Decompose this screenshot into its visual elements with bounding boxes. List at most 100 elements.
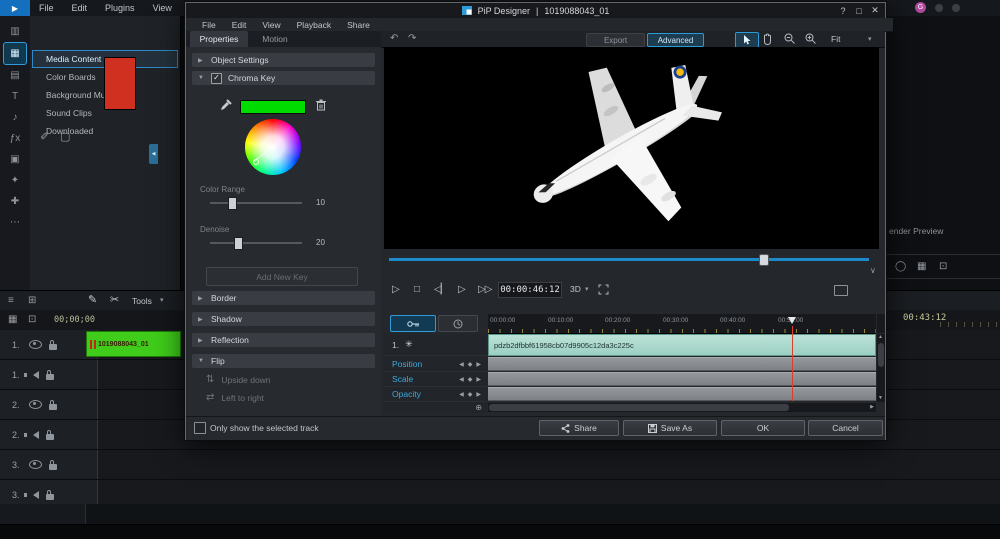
title-room-icon[interactable]: T: [4, 86, 26, 107]
library-room-icon[interactable]: ▦: [3, 42, 27, 65]
add-keyframe-icon[interactable]: ◆: [468, 361, 473, 368]
section-reflection[interactable]: ▶ Reflection: [192, 333, 375, 347]
chroma-color-swatch[interactable]: [240, 100, 306, 114]
add-keyframe-icon[interactable]: ◆: [468, 391, 473, 398]
add-room-icon[interactable]: ✚: [4, 191, 26, 212]
color-range-handle[interactable]: [228, 197, 237, 210]
opacity-keyframe-track[interactable]: [488, 387, 876, 401]
lock-icon[interactable]: [46, 434, 54, 440]
lock-icon[interactable]: [46, 374, 54, 380]
lock-icon[interactable]: [49, 344, 57, 350]
export-button[interactable]: Export: [586, 33, 645, 47]
section-flip[interactable]: ▼ Flip: [192, 354, 375, 368]
timeline-clip[interactable]: 1019088043_01: [86, 331, 181, 357]
particle-room-icon[interactable]: ✦: [4, 170, 26, 191]
seekbar-handle[interactable]: [759, 254, 769, 266]
fullscreen-icon[interactable]: [598, 284, 609, 295]
denoise-handle[interactable]: [234, 237, 243, 250]
color-wheel[interactable]: [245, 119, 301, 175]
keyframe-ruler[interactable]: 00:00:00 00:10:00 00:20:00 00:30:00 00:4…: [488, 314, 876, 334]
prev-keyframe-icon[interactable]: ◀: [459, 376, 464, 383]
lock-icon[interactable]: [49, 404, 57, 410]
fast-forward-button[interactable]: ▷▷: [478, 284, 491, 295]
playhead-marker[interactable]: [788, 317, 796, 324]
redo-icon[interactable]: ↷: [408, 34, 416, 44]
vertical-scrollbar-thumb[interactable]: [878, 343, 884, 367]
share-button[interactable]: Share: [539, 420, 619, 436]
keyframe-clip[interactable]: pdzb2dfbbf61958cb07d9905c12da3c225c: [488, 334, 876, 356]
close-button[interactable]: ✕: [867, 3, 883, 18]
duration-mode-button[interactable]: [438, 315, 478, 332]
fit-chevron-icon[interactable]: ▾: [868, 36, 872, 43]
media-room-icon[interactable]: ▥: [4, 21, 26, 42]
section-chroma-key[interactable]: ▼ ✓ Chroma Key: [192, 71, 375, 85]
horizontal-scrollbar[interactable]: ▶: [488, 403, 876, 412]
preview-canvas[interactable]: [384, 47, 879, 249]
preview-seekbar[interactable]: [389, 258, 869, 261]
dialog-menu-view[interactable]: View: [254, 20, 288, 30]
dialog-menu-file[interactable]: File: [194, 20, 224, 30]
save-as-button[interactable]: Save As: [623, 420, 717, 436]
split-scissors-icon[interactable]: ✂: [110, 295, 119, 306]
previous-frame-button[interactable]: ◁▏: [434, 284, 447, 295]
next-keyframe-icon[interactable]: ▶: [476, 361, 481, 368]
dialog-titlebar[interactable]: PiP Designer | 1019088043_01 ? □ ✕: [186, 3, 885, 18]
position-keyframe-track[interactable]: [488, 357, 876, 371]
cancel-button[interactable]: Cancel: [808, 420, 883, 436]
stop-button[interactable]: □: [414, 284, 419, 295]
menu-view[interactable]: View: [144, 0, 181, 16]
scroll-right-icon[interactable]: ▶: [870, 405, 874, 410]
menu-plugins[interactable]: Plugins: [96, 0, 144, 16]
view-toggle-icon[interactable]: ⊞: [28, 296, 36, 306]
color-board-thumbnail[interactable]: [104, 57, 136, 110]
add-new-key-button[interactable]: Add New Key: [206, 267, 358, 286]
section-shadow[interactable]: ▶ Shadow: [192, 312, 375, 326]
eye-icon[interactable]: [29, 460, 42, 469]
scroll-down-icon[interactable]: ▼: [878, 396, 883, 401]
keyframe-mode-button[interactable]: [390, 315, 436, 332]
zoom-out-icon[interactable]: [784, 33, 796, 45]
speaker-icon[interactable]: [33, 371, 39, 379]
speaker-icon[interactable]: [33, 431, 39, 439]
3d-mode-dropdown[interactable]: 3D: [570, 284, 581, 294]
undo-icon[interactable]: ↶: [390, 34, 398, 44]
preview-grid-icon[interactable]: ▦: [917, 262, 926, 272]
maximize-button[interactable]: □: [851, 3, 867, 18]
user-avatar[interactable]: G: [915, 2, 926, 13]
play-button[interactable]: ▷: [392, 284, 399, 295]
prev-keyframe-icon[interactable]: ◀: [459, 391, 464, 398]
tag-tool-icon[interactable]: ▢: [60, 132, 70, 143]
menu-edit[interactable]: Edit: [63, 0, 97, 16]
notifications-icon[interactable]: [935, 4, 943, 12]
safe-frame-icon[interactable]: [834, 285, 848, 296]
prev-keyframe-icon[interactable]: ◀: [459, 361, 464, 368]
track-manager-icon[interactable]: ≡: [8, 296, 14, 306]
collapse-chevron-icon[interactable]: ∨: [870, 267, 876, 275]
dialog-menu-share[interactable]: Share: [339, 20, 378, 30]
render-quality-icon[interactable]: ◯: [895, 262, 906, 272]
audio-room-icon[interactable]: ♪: [4, 107, 26, 128]
more-rooms-icon[interactable]: ⋯: [4, 212, 26, 233]
track-3-video-body[interactable]: [98, 450, 1000, 479]
lock-icon[interactable]: [46, 494, 54, 500]
pencil-tool-icon[interactable]: ✎: [88, 295, 97, 306]
library-item-downloaded[interactable]: Downloaded: [32, 122, 178, 140]
chroma-key-checkbox[interactable]: ✓: [211, 73, 222, 84]
vertical-scrollbar[interactable]: ▲ ▼: [877, 334, 885, 402]
next-frame-button[interactable]: ▷: [458, 284, 465, 295]
dialog-menu-edit[interactable]: Edit: [224, 20, 255, 30]
ruler-snap-icon[interactable]: ⊡: [28, 315, 36, 325]
overlay-room-icon[interactable]: ▣: [4, 149, 26, 170]
eyedropper-icon[interactable]: [220, 99, 232, 111]
tab-properties[interactable]: Properties: [190, 31, 248, 47]
menu-file[interactable]: File: [30, 0, 63, 16]
add-keyframe-icon[interactable]: ◆: [468, 376, 473, 383]
fit-dropdown[interactable]: Fit: [831, 34, 840, 44]
scale-keyframe-track[interactable]: [488, 372, 876, 386]
only-selected-track-checkbox[interactable]: [194, 422, 206, 434]
ruler-left-icon[interactable]: ▦: [8, 315, 17, 325]
settings-icon[interactable]: [952, 4, 960, 12]
zoom-in-icon[interactable]: [805, 33, 817, 45]
tools-dropdown[interactable]: Tools: [132, 296, 152, 306]
hand-tool-icon[interactable]: [762, 33, 773, 45]
